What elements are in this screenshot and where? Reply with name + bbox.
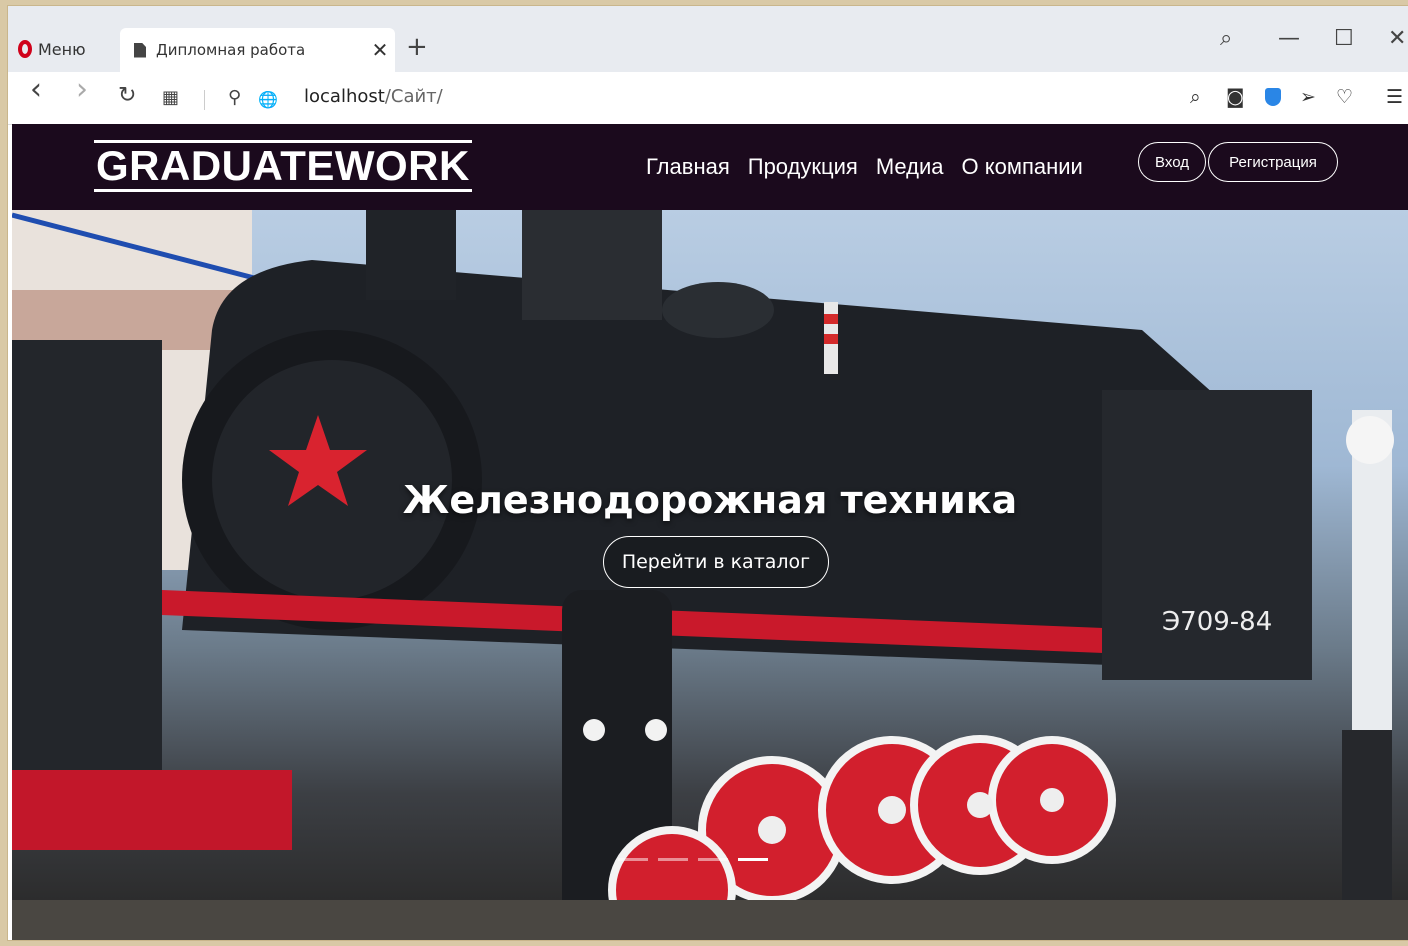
address-bar: ‹ › ↻ ▦ ⚲ 🌐 localhost/Сайт/ ⌕ ◙ ➢ ♡ ☰ bbox=[8, 72, 1408, 125]
maximize-button[interactable]: ☐ bbox=[1334, 26, 1354, 51]
globe-icon[interactable]: 🌐 bbox=[258, 88, 278, 112]
menu-label: Меню bbox=[38, 39, 86, 59]
easy-setup-icon[interactable]: ☰ bbox=[1386, 86, 1403, 108]
search-tabs-icon[interactable]: ⌕ bbox=[1220, 26, 1232, 51]
snapshot-camera-icon[interactable]: ◙ bbox=[1226, 86, 1244, 108]
login-button[interactable]: Вход bbox=[1138, 142, 1206, 182]
forward-button[interactable]: › bbox=[76, 75, 88, 105]
hero-carousel: Э709-84 Железнодорожная техника Перейти … bbox=[12, 210, 1408, 940]
carousel-indicator[interactable] bbox=[698, 858, 728, 861]
hero-title: Железнодорожная техника bbox=[402, 478, 1018, 522]
opera-logo-icon bbox=[18, 40, 32, 58]
reload-button[interactable]: ↻ bbox=[118, 84, 136, 108]
tab-bar: Меню Дипломная работа ✕ + ⌕ — ☐ ✕ bbox=[8, 6, 1408, 72]
browser-window: Меню Дипломная работа ✕ + ⌕ — ☐ ✕ ‹ › ↻ … bbox=[8, 6, 1408, 940]
tab-title: Дипломная работа bbox=[156, 41, 306, 59]
minimize-button[interactable]: — bbox=[1278, 26, 1300, 51]
nav-products[interactable]: Продукция bbox=[748, 154, 858, 180]
url-path: /Сайт/ bbox=[384, 86, 443, 107]
opera-menu-button[interactable]: Меню bbox=[18, 34, 86, 64]
nav-about[interactable]: О компании bbox=[962, 154, 1083, 180]
toolbar-divider bbox=[204, 90, 205, 110]
heart-icon[interactable]: ♡ bbox=[1336, 86, 1353, 108]
main-nav: Главная Продукция Медиа О компании bbox=[646, 154, 1083, 180]
nav-home[interactable]: Главная bbox=[646, 154, 730, 180]
send-icon[interactable]: ➢ bbox=[1300, 86, 1316, 108]
active-tab[interactable]: Дипломная работа ✕ bbox=[120, 28, 395, 72]
nav-media[interactable]: Медиа bbox=[876, 154, 944, 180]
register-button[interactable]: Регистрация bbox=[1208, 142, 1338, 182]
carousel-indicators bbox=[618, 858, 768, 861]
url-field[interactable]: localhost/Сайт/ bbox=[304, 86, 443, 107]
new-tab-button[interactable]: + bbox=[406, 32, 428, 62]
site-logo[interactable]: GRADUATEWORK bbox=[94, 140, 472, 192]
svg-text:Э709-84: Э709-84 bbox=[1162, 607, 1272, 637]
url-host: localhost bbox=[304, 86, 385, 107]
catalog-button[interactable]: Перейти в каталог bbox=[603, 536, 829, 588]
document-icon bbox=[134, 42, 146, 58]
close-window-button[interactable]: ✕ bbox=[1388, 26, 1406, 51]
carousel-indicator[interactable] bbox=[658, 858, 688, 861]
back-button[interactable]: ‹ bbox=[30, 75, 42, 105]
carousel-indicator-active[interactable] bbox=[738, 858, 768, 861]
tab-close-icon[interactable]: ✕ bbox=[365, 38, 395, 62]
key-icon[interactable]: ⚲ bbox=[228, 86, 241, 110]
carousel-indicator[interactable] bbox=[618, 858, 648, 861]
zoom-icon[interactable]: ⌕ bbox=[1190, 86, 1201, 108]
speed-dial-icon[interactable]: ▦ bbox=[162, 86, 179, 110]
site-header: GRADUATEWORK Главная Продукция Медиа О к… bbox=[12, 124, 1408, 210]
vpn-shield-icon[interactable] bbox=[1265, 88, 1281, 106]
